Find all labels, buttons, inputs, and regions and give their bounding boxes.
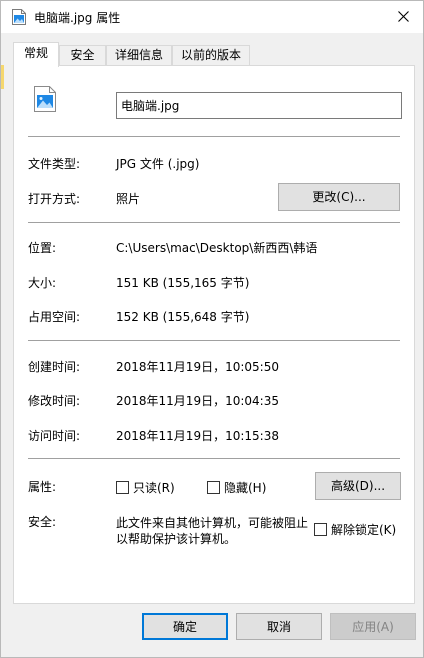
readonly-checkbox-label: 只读(R) bbox=[133, 481, 175, 495]
modified-label: 修改时间: bbox=[28, 394, 81, 408]
separator bbox=[28, 136, 400, 137]
accessed-value: 2018年11月19日，10:15:38 bbox=[116, 429, 279, 443]
tab-security[interactable]: 安全 bbox=[59, 45, 106, 66]
tab-details[interactable]: 详细信息 bbox=[106, 45, 172, 66]
unblock-checkbox-label: 解除锁定(K) bbox=[331, 523, 397, 537]
security-label: 安全: bbox=[28, 515, 57, 529]
cancel-button[interactable]: 取消 bbox=[236, 613, 322, 640]
unblock-checkbox[interactable]: 解除锁定(K) bbox=[314, 521, 396, 538]
tab-previous-versions[interactable]: 以前的版本 bbox=[172, 45, 250, 66]
readonly-checkbox-box[interactable] bbox=[116, 481, 129, 494]
separator bbox=[28, 340, 400, 341]
size-on-disk-value: 152 KB (155,648 字节) bbox=[116, 310, 250, 324]
security-text-line1: 此文件来自其他计算机，可能被阻止 bbox=[116, 516, 309, 530]
hidden-checkbox-label: 隐藏(H) bbox=[224, 481, 267, 495]
close-button[interactable] bbox=[389, 3, 417, 29]
attributes-label: 属性: bbox=[28, 480, 57, 494]
close-icon bbox=[397, 10, 409, 22]
left-edge-marker bbox=[1, 65, 4, 89]
opens-with-value: 照片 bbox=[116, 192, 141, 206]
hidden-checkbox[interactable]: 隐藏(H) bbox=[207, 479, 266, 496]
size-on-disk-label: 占用空间: bbox=[28, 310, 81, 324]
change-button[interactable]: 更改(C)... bbox=[278, 183, 400, 211]
file-name-input[interactable] bbox=[116, 92, 402, 119]
separator bbox=[28, 458, 400, 459]
general-tab-panel: 文件类型: JPG 文件 (.jpg) 打开方式: 照片 更改(C)... 位置… bbox=[13, 65, 415, 604]
image-file-icon bbox=[34, 86, 56, 112]
tab-general[interactable]: 常规 bbox=[13, 42, 59, 67]
advanced-button[interactable]: 高级(D)... bbox=[315, 472, 401, 500]
location-value: C:\Users\mac\Desktop\新西西\韩语 bbox=[116, 241, 318, 255]
file-type-value: JPG 文件 (.jpg) bbox=[116, 157, 200, 171]
separator bbox=[28, 222, 400, 223]
created-label: 创建时间: bbox=[28, 360, 81, 374]
hidden-checkbox-box[interactable] bbox=[207, 481, 220, 494]
location-label: 位置: bbox=[28, 241, 57, 255]
file-type-label: 文件类型: bbox=[28, 157, 81, 171]
image-file-icon bbox=[12, 9, 26, 25]
security-text-line2: 以帮助保护该计算机。 bbox=[116, 532, 237, 546]
properties-dialog: 电脑端.jpg 属性 常规 安全 详细信息 以前的版本 文件类型: JPG 文件… bbox=[0, 0, 424, 658]
size-label: 大小: bbox=[28, 276, 57, 290]
window-title: 电脑端.jpg 属性 bbox=[34, 11, 121, 25]
opens-with-label: 打开方式: bbox=[28, 192, 81, 206]
readonly-checkbox[interactable]: 只读(R) bbox=[116, 479, 175, 496]
size-value: 151 KB (155,165 字节) bbox=[116, 276, 250, 290]
apply-button[interactable]: 应用(A) bbox=[330, 613, 416, 640]
unblock-checkbox-box[interactable] bbox=[314, 523, 327, 536]
modified-value: 2018年11月19日，10:04:35 bbox=[116, 394, 279, 408]
created-value: 2018年11月19日，10:05:50 bbox=[116, 360, 279, 374]
title-bar[interactable]: 电脑端.jpg 属性 bbox=[1, 1, 423, 33]
accessed-label: 访问时间: bbox=[28, 429, 81, 443]
ok-button[interactable]: 确定 bbox=[142, 613, 228, 640]
